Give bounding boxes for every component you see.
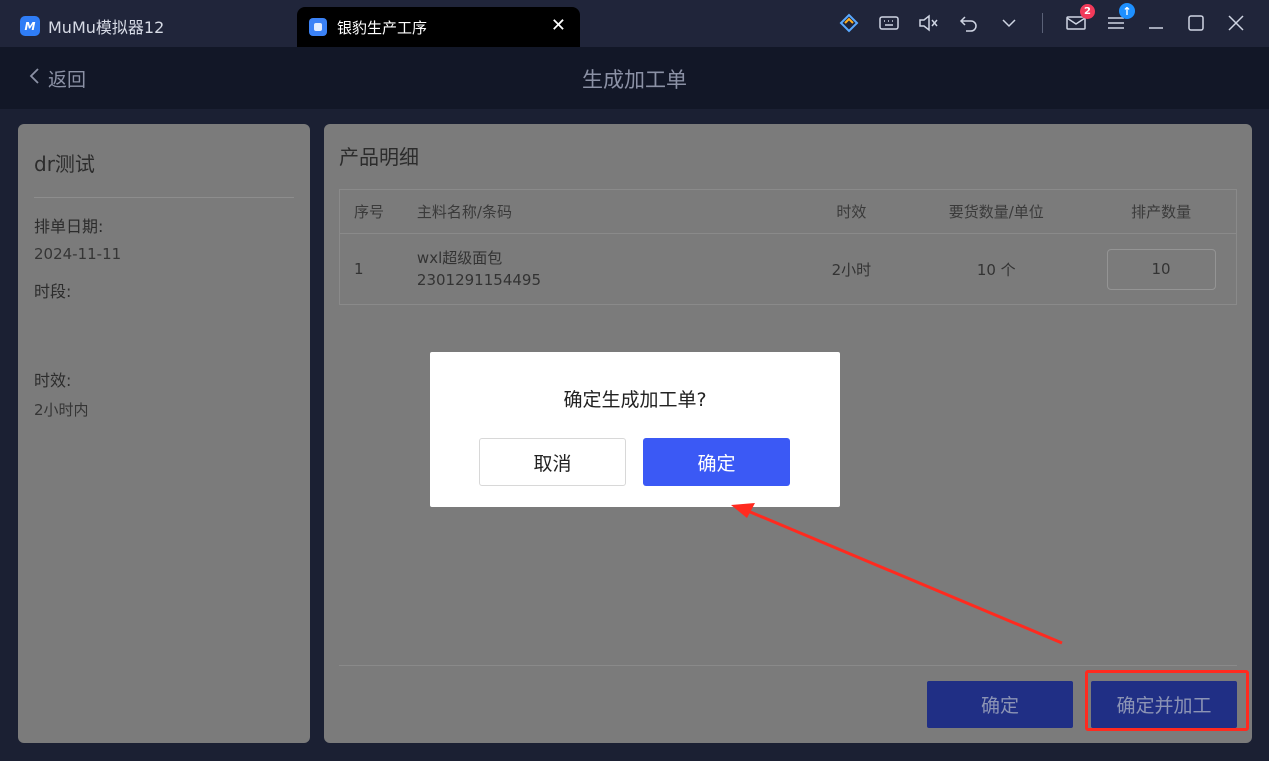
dialog-ok-button[interactable]: 确定 bbox=[643, 438, 790, 486]
dialog-message: 确定生成加工单? bbox=[563, 389, 707, 411]
section-title: 产品明细 bbox=[339, 145, 419, 169]
app-logo-icon bbox=[309, 18, 327, 36]
update-arrow-icon: ↑ bbox=[1119, 3, 1135, 19]
product-barcode: 2301291154495 bbox=[416, 271, 541, 289]
close-icon[interactable]: ✕ bbox=[551, 16, 566, 36]
table-row: 1 wxl超级面包 2301291154495 2小时 10 个 10 bbox=[340, 234, 1236, 304]
tab-app[interactable]: 银豹生产工序 ✕ bbox=[297, 7, 580, 47]
column-header-schedule-qty: 排产数量 bbox=[1131, 203, 1192, 221]
minimize-icon[interactable] bbox=[1143, 10, 1169, 36]
row-product: wxl超级面包 2301291154495 bbox=[417, 247, 797, 291]
row-request-qty: 10 个 bbox=[976, 260, 1016, 279]
date-label: 排单日期: bbox=[34, 217, 104, 236]
column-header-timeliness: 时效 bbox=[836, 203, 867, 221]
schedule-qty-input[interactable]: 10 bbox=[1106, 248, 1216, 290]
footer-divider bbox=[339, 665, 1237, 666]
period-label: 时段: bbox=[34, 282, 72, 301]
mute-icon[interactable] bbox=[916, 10, 942, 36]
page-title: 生成加工单 bbox=[582, 68, 687, 92]
window-titlebar: M MuMu模拟器12 银豹生产工序 ✕ 2 ↑ bbox=[0, 0, 1269, 47]
tab-emulator[interactable]: M MuMu模拟器12 bbox=[20, 14, 164, 38]
confirm-button[interactable]: 确定 bbox=[927, 681, 1073, 728]
order-info-panel: dr测试 排单日期: 2024-11-11 时段: 时效: 2小时内 bbox=[18, 124, 310, 743]
mail-badge: 2 bbox=[1080, 4, 1095, 19]
toolbar-divider bbox=[1042, 13, 1043, 33]
row-index: 1 bbox=[354, 260, 364, 278]
menu-icon[interactable]: ↑ bbox=[1103, 3, 1135, 36]
chevron-down-icon[interactable] bbox=[996, 10, 1022, 36]
product-table: 序号 主料名称/条码 时效 要货数量/单位 排产数量 1 wxl超级面包 230… bbox=[339, 189, 1237, 305]
column-header-request-qty: 要货数量/单位 bbox=[948, 203, 1044, 221]
mail-icon[interactable]: 2 bbox=[1063, 4, 1095, 36]
tab-app-label: 银豹生产工序 bbox=[337, 18, 428, 37]
dialog-cancel-button[interactable]: 取消 bbox=[479, 438, 626, 486]
toolbar-icons: 2 ↑ bbox=[836, 3, 1249, 36]
row-schedule-cell: 10 bbox=[1086, 248, 1236, 290]
timeliness-value: 2小时内 bbox=[34, 401, 89, 419]
table-header: 序号 主料名称/条码 时效 要货数量/单位 排产数量 bbox=[340, 190, 1236, 234]
operation-assistant-icon[interactable] bbox=[836, 10, 862, 36]
period-value bbox=[34, 310, 294, 352]
confirm-dialog: 确定生成加工单? 取消 确定 bbox=[430, 352, 840, 507]
tab-emulator-label: MuMu模拟器12 bbox=[48, 18, 165, 37]
timeliness-label: 时效: bbox=[34, 371, 72, 390]
order-name: dr测试 bbox=[34, 148, 294, 198]
product-name: wxl超级面包 bbox=[416, 249, 503, 267]
keyboard-icon[interactable] bbox=[876, 10, 902, 36]
column-header-name: 主料名称/条码 bbox=[416, 202, 512, 221]
date-value: 2024-11-11 bbox=[34, 245, 122, 263]
window-close-icon[interactable] bbox=[1223, 10, 1249, 36]
annotation-highlight-box bbox=[1085, 670, 1249, 731]
column-header-index: 序号 bbox=[354, 203, 385, 221]
maximize-icon[interactable] bbox=[1183, 10, 1209, 36]
row-timeliness: 2小时 bbox=[831, 260, 872, 279]
mumu-logo-icon: M bbox=[20, 16, 40, 36]
back-arrow-icon[interactable] bbox=[956, 10, 982, 36]
app-header: 返回 生成加工单 bbox=[0, 47, 1269, 109]
